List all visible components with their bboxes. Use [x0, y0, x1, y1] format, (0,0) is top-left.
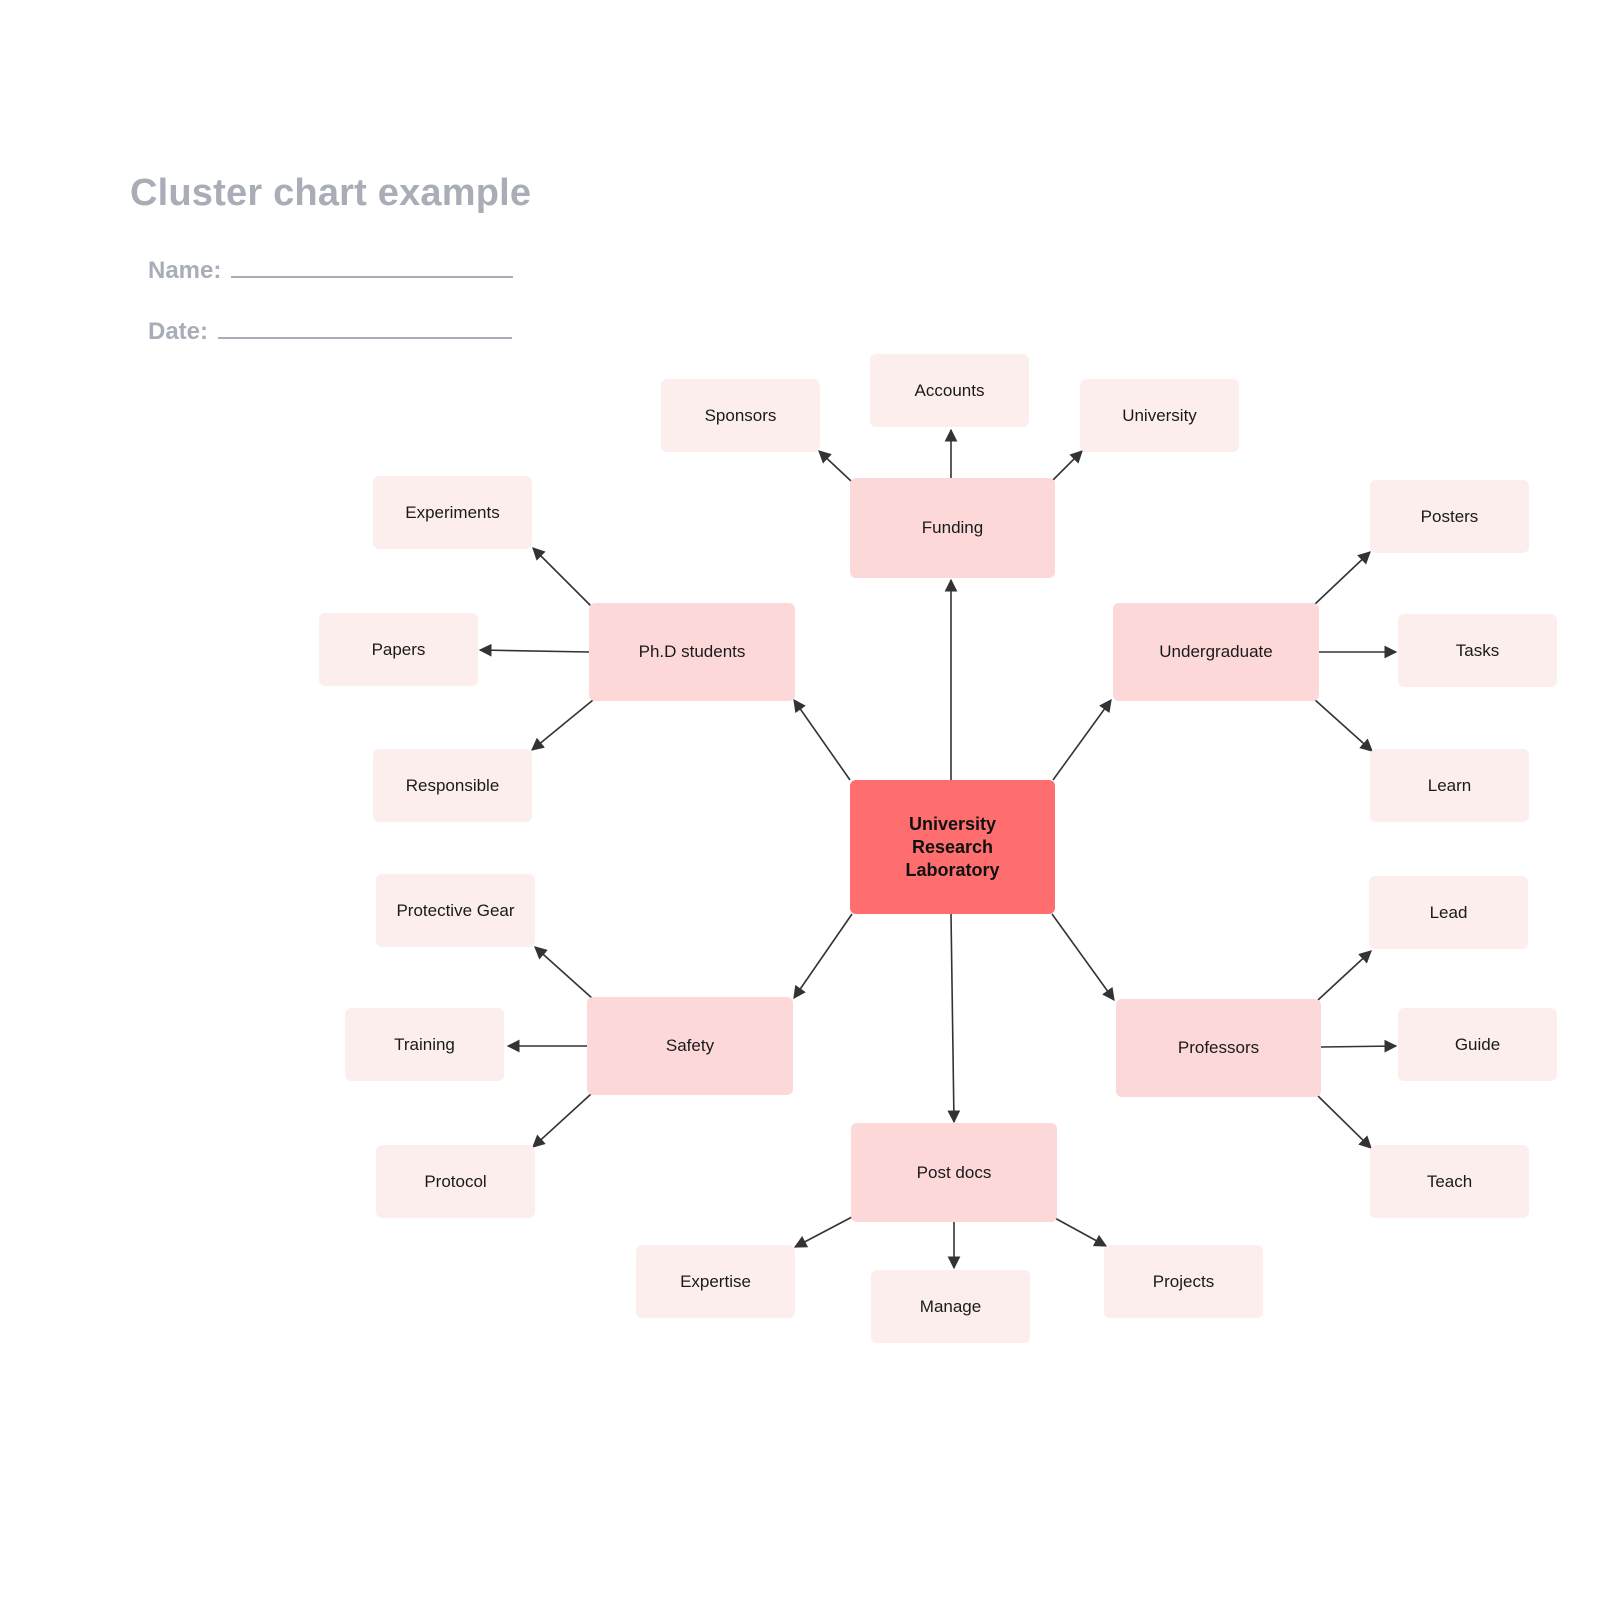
leaf-node-lead[interactable]: Lead — [1369, 876, 1528, 949]
leaf-node-experiments[interactable]: Experiments — [373, 476, 532, 549]
edge-phd-papers — [478, 643, 590, 657]
edge-phd-experiments — [532, 547, 592, 607]
branch-node-undergraduate[interactable]: Undergraduate — [1113, 603, 1319, 701]
edge-root-postdocs — [947, 913, 961, 1124]
date-input-line[interactable] — [218, 315, 513, 339]
edge-undergrad-posters — [1313, 551, 1371, 606]
root-node[interactable]: University Research Laboratory — [850, 780, 1055, 914]
edge-root-professors — [1051, 913, 1115, 1002]
edge-undergrad-learn — [1313, 698, 1373, 752]
name-input-line[interactable] — [231, 254, 514, 278]
branch-node-phd-students[interactable]: Ph.D students — [589, 603, 795, 701]
leaf-node-posters[interactable]: Posters — [1370, 480, 1529, 553]
edge-safety-protective — [534, 946, 594, 1000]
edge-root-safety — [793, 913, 853, 1000]
branch-node-funding[interactable]: Funding — [850, 478, 1055, 578]
edge-professors-guide — [1320, 1039, 1398, 1053]
leaf-node-learn[interactable]: Learn — [1370, 749, 1529, 822]
edge-postdocs-projects — [1052, 1216, 1108, 1247]
edge-safety-protocol — [532, 1093, 592, 1148]
date-field[interactable]: Date: — [148, 315, 513, 346]
leaf-node-responsible[interactable]: Responsible — [373, 749, 532, 822]
leaf-node-expertise[interactable]: Expertise — [636, 1245, 795, 1318]
branch-node-professors[interactable]: Professors — [1116, 999, 1321, 1097]
edge-funding-university — [1051, 450, 1083, 482]
edge-funding-sponsors — [818, 450, 852, 482]
leaf-node-teach[interactable]: Teach — [1370, 1145, 1529, 1218]
date-label: Date: — [148, 318, 209, 345]
branch-node-post-docs[interactable]: Post docs — [851, 1123, 1057, 1222]
name-field[interactable]: Name: — [148, 254, 514, 285]
leaf-node-manage[interactable]: Manage — [871, 1270, 1030, 1343]
leaf-node-projects[interactable]: Projects — [1104, 1245, 1263, 1318]
leaf-node-guide[interactable]: Guide — [1398, 1008, 1557, 1081]
edges-layer — [478, 428, 1398, 1270]
page-title: Cluster chart example — [130, 172, 532, 214]
edge-root-undergrad — [1052, 698, 1112, 781]
edge-professors-lead — [1317, 950, 1372, 1001]
leaf-node-sponsors[interactable]: Sponsors — [661, 379, 820, 452]
leaf-node-university[interactable]: University — [1080, 379, 1239, 452]
edge-phd-responsible — [531, 699, 594, 751]
leaf-node-protective-gear[interactable]: Protective Gear — [376, 874, 535, 947]
name-label: Name: — [148, 257, 222, 284]
leaf-node-tasks[interactable]: Tasks — [1398, 614, 1557, 687]
leaf-node-papers[interactable]: Papers — [319, 613, 478, 686]
branch-node-safety[interactable]: Safety — [587, 997, 793, 1095]
leaf-node-training[interactable]: Training — [345, 1008, 504, 1081]
leaf-node-protocol[interactable]: Protocol — [376, 1145, 535, 1218]
edge-professors-teach — [1317, 1095, 1372, 1149]
leaf-node-accounts[interactable]: Accounts — [870, 354, 1029, 427]
edge-root-phd — [793, 698, 851, 781]
edge-postdocs-expertise — [793, 1216, 853, 1248]
